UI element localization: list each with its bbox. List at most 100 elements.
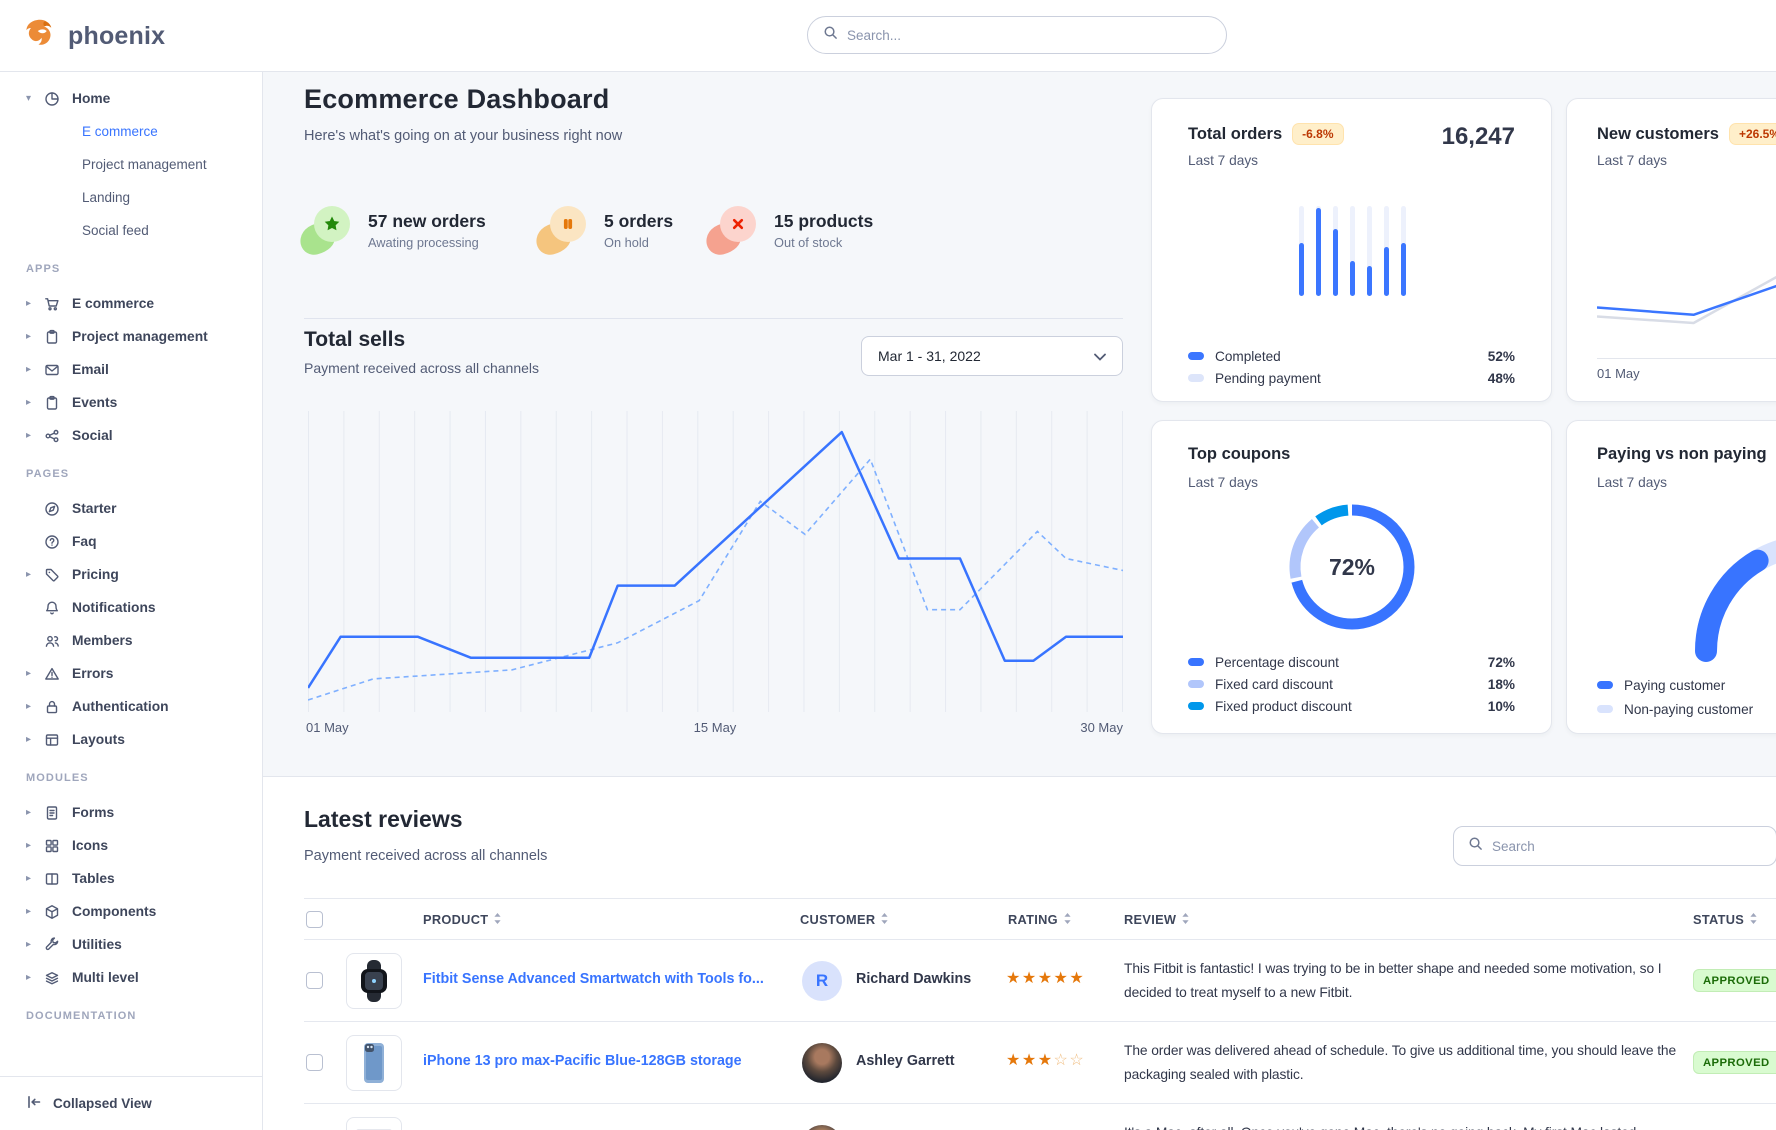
legend-label: Non-paying customer: [1624, 702, 1753, 717]
sidebar-item-faq[interactable]: Faq: [0, 525, 262, 558]
sidebar-item-label: Tables: [72, 871, 115, 886]
caret-right-icon: ▸: [26, 807, 44, 818]
sidebar-item-home[interactable]: ▾Home: [0, 82, 262, 115]
sidebar-subitem-landing[interactable]: Landing: [0, 181, 262, 214]
share-icon: [44, 428, 72, 444]
navbar-search[interactable]: [807, 16, 1227, 54]
legend-value: 10%: [1488, 699, 1515, 714]
caret-right-icon: ▸: [26, 430, 44, 441]
customer-avatar: [802, 1125, 842, 1130]
box-icon: [44, 904, 72, 920]
pie-chart-icon: [44, 91, 72, 107]
caret-right-icon: ▸: [26, 873, 44, 884]
sidebar-item-tables[interactable]: ▸ Tables: [0, 862, 262, 895]
caret-right-icon: ▸: [26, 906, 44, 917]
sidebar-item-social[interactable]: ▸Social: [0, 419, 262, 452]
sidebar: ▾HomeE commerceProject managementLanding…: [0, 72, 263, 1130]
product-thumbnail: [346, 953, 402, 1009]
legend-swatch: [1188, 702, 1204, 710]
customer-avatar: [802, 1043, 842, 1083]
caret-right-icon: ▸: [26, 840, 44, 851]
sidebar-item-errors[interactable]: ▸Errors: [0, 657, 262, 690]
warning-triangle-icon: [44, 666, 72, 682]
phoenix-logo-icon: [22, 16, 58, 57]
cart-icon: [44, 296, 72, 312]
legend-row: Paying customer: [1597, 673, 1776, 697]
sidebar-subitem-social-feed[interactable]: Social feed: [0, 214, 262, 247]
sidebar-item-starter[interactable]: Starter: [0, 492, 262, 525]
review-text: The order was delivered ahead of schedul…: [1124, 1039, 1680, 1087]
sidebar-item-email[interactable]: ▸Email: [0, 353, 262, 386]
review-text: This Fitbit is fantastic! I was trying t…: [1124, 957, 1680, 1005]
users-icon: [44, 633, 72, 649]
brand-logo[interactable]: phoenix: [22, 16, 165, 57]
column-header-customer[interactable]: CUSTOMER: [800, 912, 888, 927]
sidebar-item-components[interactable]: ▸Components: [0, 895, 262, 928]
legend-value: 72%: [1488, 655, 1515, 670]
column-header-product[interactable]: PRODUCT: [423, 912, 501, 927]
status-label: APPROVED: [1703, 975, 1770, 987]
reviews-title: Latest reviews: [304, 806, 463, 833]
sidebar-item-icons[interactable]: ▸Icons: [0, 829, 262, 862]
sidebar-item-project-management[interactable]: ▸Project management: [0, 320, 262, 353]
order-bar: [1316, 206, 1321, 296]
sidebar-item-label: Utilities: [72, 937, 122, 952]
reviews-search[interactable]: [1453, 826, 1776, 866]
collapsed-view-toggle[interactable]: Collapsed View: [0, 1076, 262, 1130]
sidebar-item-authentication[interactable]: ▸Authentication: [0, 690, 262, 723]
column-header-status[interactable]: STATUS: [1693, 912, 1757, 927]
column-header-review[interactable]: REVIEW: [1124, 912, 1189, 927]
new-customers-title: New customers: [1597, 125, 1719, 144]
sidebar-subitem-project-management[interactable]: Project management: [0, 148, 262, 181]
x-icon: [720, 206, 756, 242]
top-coupons-period: Last 7 days: [1188, 475, 1258, 490]
sidebar-item-multi-level[interactable]: ▸Multi level: [0, 961, 262, 994]
product-link[interactable]: Fitbit Sense Advanced Smartwatch with To…: [423, 971, 763, 987]
sidebar-item-e-commerce[interactable]: ▸E commerce: [0, 287, 262, 320]
status-badge: APPROVED✓: [1693, 969, 1776, 992]
row-checkbox[interactable]: [306, 1054, 323, 1071]
caret-right-icon: ▸: [26, 364, 44, 375]
sidebar-item-forms[interactable]: ▸Forms: [0, 796, 262, 829]
sidebar-item-label: Pricing: [72, 567, 119, 582]
product-link[interactable]: iPhone 13 pro max-Pacific Blue-128GB sto…: [423, 1053, 742, 1069]
paying-card: Paying vs non paying Last 7 days Paying …: [1566, 420, 1776, 734]
sidebar-subitem-e-commerce[interactable]: E commerce: [0, 115, 262, 148]
row-checkbox[interactable]: [306, 972, 323, 989]
product-thumbnail: [346, 1117, 402, 1130]
legend-row: Completed52%: [1188, 345, 1515, 367]
reviews-search-input[interactable]: [1492, 839, 1762, 854]
search-input[interactable]: [847, 28, 1211, 43]
legend-label: Completed: [1215, 349, 1281, 364]
date-range-select[interactable]: Mar 1 - 31, 2022: [861, 336, 1123, 376]
sidebar-item-pricing[interactable]: ▸Pricing: [0, 558, 262, 591]
sidebar-item-notifications[interactable]: Notifications: [0, 591, 262, 624]
legend-row: Percentage discount72%: [1188, 651, 1515, 673]
clipboard-icon: [44, 329, 72, 345]
sidebar-item-utilities[interactable]: ▸Utilities: [0, 928, 262, 961]
brand-name: phoenix: [68, 22, 165, 51]
sidebar-item-members[interactable]: Members: [0, 624, 262, 657]
column-header-rating[interactable]: RATING: [1008, 912, 1071, 927]
new-customers-line-chart: [1597, 257, 1776, 358]
total-orders-period: Last 7 days: [1188, 153, 1258, 168]
layout-icon: [44, 732, 72, 748]
order-bar: [1401, 206, 1406, 296]
sidebar-item-label: Notifications: [72, 600, 156, 615]
paying-period: Last 7 days: [1597, 475, 1667, 490]
order-bar: [1384, 206, 1389, 296]
sidebar-item-events[interactable]: ▸Events: [0, 386, 262, 419]
sort-icon: [1750, 912, 1757, 927]
columns-icon: [44, 871, 72, 887]
stat-icon-wrap: [300, 206, 352, 254]
stat-item: 5 ordersOn hold: [536, 206, 673, 254]
stat-caption: Out of stock: [774, 235, 873, 250]
sidebar-item-label: Members: [72, 633, 133, 648]
paying-gauge-chart: [1667, 525, 1776, 680]
customer-name: Richard Dawkins: [856, 971, 971, 987]
stat-value: 57 new orders: [368, 211, 486, 232]
sort-icon: [494, 912, 501, 927]
sidebar-item-layouts[interactable]: ▸Layouts: [0, 723, 262, 756]
stat-value: 15 products: [774, 211, 873, 232]
select-all-checkbox[interactable]: [306, 911, 323, 928]
